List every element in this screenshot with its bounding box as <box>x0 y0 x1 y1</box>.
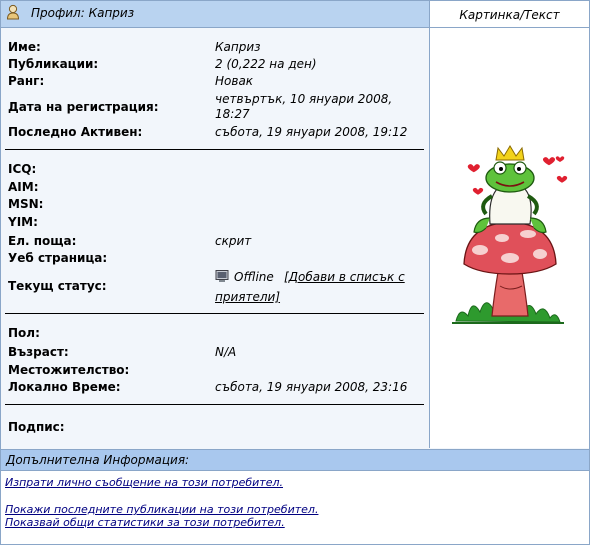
add-friend-link-continued[interactable]: приятели] <box>215 290 280 304</box>
signature-label: Подпис: <box>8 420 65 434</box>
status-text: Offline <box>234 270 274 284</box>
local-time-label: Локално Време: <box>8 380 121 394</box>
add-friend-link[interactable]: [Добави в списък с <box>284 270 405 284</box>
avatar-pane <box>430 28 589 448</box>
additional-info-links: Изпрати лично съобщение на този потребит… <box>1 471 589 544</box>
additional-info-title: Допълнителна Информация: <box>6 453 190 467</box>
local-time-value: събота, 19 януари 2008, 23:16 <box>215 380 408 394</box>
rank-label: Ранг: <box>8 74 45 88</box>
last-active-value: събота, 19 януари 2008, 19:12 <box>215 125 408 139</box>
joined-label: Дата на регистрация: <box>8 100 159 114</box>
name-value: Каприз <box>215 40 261 54</box>
icq-label: ICQ: <box>8 162 37 176</box>
name-label: Име: <box>8 40 41 54</box>
section-divider <box>5 149 424 150</box>
show-user-stats-link[interactable]: Показвай общи статистики за този потреби… <box>5 516 285 529</box>
profile-header: Профил: Каприз <box>1 1 430 28</box>
email-label: Ел. поща: <box>8 234 77 248</box>
user-profile-icon <box>6 4 20 20</box>
profile-panel: Профил: Каприз Картинка/Текст Име: Капри… <box>0 0 590 545</box>
profile-title: Профил: Каприз <box>31 6 135 20</box>
additional-info-header: Допълнителна Информация: <box>1 449 589 471</box>
website-label: Уеб страница: <box>8 251 108 265</box>
status-label: Текущ статус: <box>8 279 107 293</box>
location-label: Местожителство: <box>8 363 130 377</box>
section-divider <box>5 404 424 405</box>
posts-value: 2 (0,222 на ден) <box>215 57 317 71</box>
joined-value-line2: 18:27 <box>215 107 250 121</box>
joined-value-line1: четвъртък, 10 януари 2008, <box>215 92 393 106</box>
computer-offline-icon <box>215 270 229 282</box>
last-active-label: Последно Активен: <box>8 125 143 139</box>
rank-value: Новак <box>215 74 254 88</box>
posts-label: Публикации: <box>8 57 99 71</box>
email-value: скрит <box>215 234 252 248</box>
msn-label: MSN: <box>8 197 44 211</box>
gender-label: Пол: <box>8 326 40 340</box>
avatar <box>452 145 568 324</box>
yim-label: YIM: <box>8 215 38 229</box>
show-recent-posts-link[interactable]: Покажи последните публикации на този пот… <box>5 503 318 516</box>
image-column-title: Картинка/Текст <box>430 1 589 28</box>
aim-label: AIM: <box>8 180 39 194</box>
status-value: Offline <box>215 270 274 284</box>
send-private-message-link[interactable]: Изпрати лично съобщение на този потребит… <box>5 476 283 489</box>
age-label: Възраст: <box>8 345 69 359</box>
age-value: N/A <box>215 345 237 359</box>
section-divider <box>5 313 424 314</box>
profile-details: Име: Каприз Публикации: 2 (0,222 на ден)… <box>1 28 430 448</box>
